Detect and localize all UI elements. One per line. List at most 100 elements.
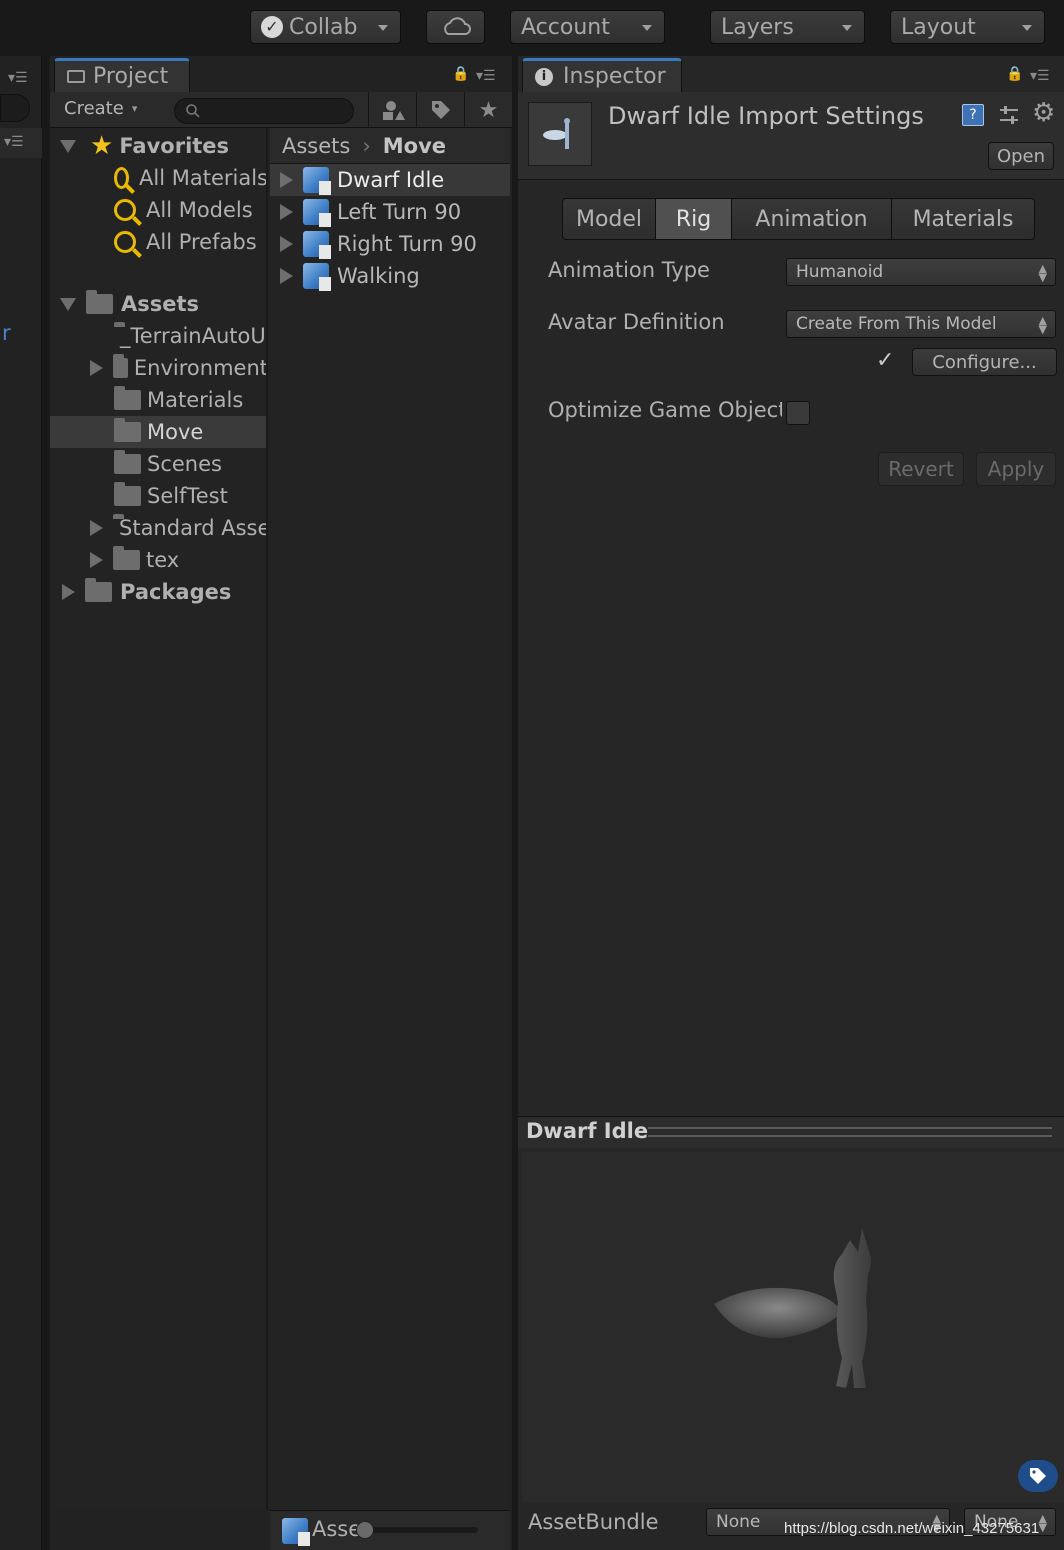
preview-drag-handle[interactable]: [648, 1127, 1052, 1137]
expand-arrow-icon[interactable]: [90, 520, 103, 536]
configure-label: Configure...: [932, 351, 1037, 373]
preset-icon[interactable]: [998, 104, 1020, 126]
tree-label: Assets: [121, 292, 200, 316]
avatar-definition-dropdown[interactable]: Create From This Model ▲ ▼: [786, 310, 1056, 338]
tree-item-tex[interactable]: tex: [50, 544, 266, 576]
collab-label: Collab: [289, 14, 358, 40]
panel-menu-icon[interactable]: ▾☰: [1030, 68, 1050, 84]
panel-menu-icon[interactable]: ▾☰: [8, 70, 28, 86]
tree-item-scenes[interactable]: Scenes: [50, 448, 266, 480]
tree-item-favorites[interactable]: ★ Favorites: [50, 130, 266, 162]
cloud-icon: [443, 17, 471, 35]
expand-arrow-icon[interactable]: [90, 360, 103, 376]
help-icon[interactable]: ?: [962, 104, 984, 126]
file-item-left-turn-90[interactable]: Left Turn 90: [270, 196, 510, 228]
filter-by-type-button[interactable]: [368, 92, 416, 128]
tab-animation[interactable]: Animation: [731, 198, 892, 240]
model-cube-icon: [303, 199, 331, 227]
expand-arrow-icon[interactable]: [280, 172, 293, 188]
updown-arrow-icon: ▲ ▼: [1038, 262, 1047, 284]
left-panel-toolbar: ▾☰: [0, 128, 42, 158]
folder-icon: [67, 70, 85, 83]
create-dropdown[interactable]: Create ▾: [64, 98, 137, 119]
icon-size-slider[interactable]: [356, 1521, 478, 1539]
tree-item-environment[interactable]: Environment: [50, 352, 266, 384]
asset-labels-button[interactable]: [1018, 1460, 1058, 1492]
folder-icon: [114, 482, 141, 506]
animation-type-value: Humanoid: [796, 262, 884, 282]
expand-arrow-icon[interactable]: [60, 297, 76, 311]
folder-icon: [113, 546, 140, 570]
tree-item-all-models[interactable]: All Models: [50, 194, 266, 226]
lock-icon[interactable]: 🔒: [1006, 66, 1023, 82]
collab-check-icon: ✓: [261, 16, 283, 38]
apply-button[interactable]: Apply: [976, 452, 1056, 486]
file-item-walking[interactable]: Walking: [270, 260, 510, 292]
tree-item-selftest[interactable]: SelfTest: [50, 480, 266, 512]
expand-arrow-icon[interactable]: [90, 552, 103, 568]
expand-arrow-icon[interactable]: [280, 268, 293, 284]
tree-item-packages[interactable]: Packages: [50, 576, 266, 608]
label-tag-icon: [1030, 1468, 1046, 1484]
gear-icon[interactable]: ⚙: [1032, 98, 1055, 128]
account-dropdown[interactable]: Account: [510, 10, 665, 44]
model-cube-icon: [282, 1518, 310, 1546]
tab-materials[interactable]: Materials: [891, 198, 1035, 240]
configure-button[interactable]: Configure...: [912, 348, 1057, 376]
tree-item-all-materials[interactable]: All Materials: [50, 162, 266, 194]
revert-label: Revert: [888, 457, 954, 481]
save-search-button[interactable]: ★: [464, 92, 512, 128]
breadcrumb-move[interactable]: Move: [383, 134, 446, 158]
preview-header[interactable]: Dwarf Idle: [518, 1116, 1064, 1148]
breadcrumb: Assets › Move: [270, 128, 510, 164]
filter-by-label-button[interactable]: [416, 92, 464, 128]
expand-arrow-icon[interactable]: [62, 584, 75, 600]
avatar-definition-value: Create From This Model: [796, 314, 997, 334]
revert-button[interactable]: Revert: [878, 452, 964, 486]
tab-model[interactable]: Model: [562, 198, 656, 240]
slider-handle[interactable]: [356, 1521, 374, 1539]
optimize-game-objects-checkbox[interactable]: [786, 401, 810, 425]
project-status-bar: Assets: [270, 1510, 510, 1550]
layers-dropdown[interactable]: Layers: [710, 10, 865, 44]
expand-arrow-icon[interactable]: [280, 204, 293, 220]
open-button[interactable]: Open: [988, 142, 1054, 170]
tree-item-standard-assets[interactable]: Standard Assets: [50, 512, 266, 544]
expand-arrow-icon[interactable]: [60, 139, 76, 153]
tree-item-move[interactable]: Move: [50, 416, 266, 448]
tree-label: Standard Assets: [119, 516, 266, 540]
tree-item-materials[interactable]: Materials: [50, 384, 266, 416]
collab-button[interactable]: ✓ Collab: [250, 10, 401, 44]
magnifier-icon: [114, 167, 130, 189]
tree-label: Packages: [120, 580, 232, 604]
chevron-down-icon: ▾: [131, 102, 138, 115]
model-preview-viewport[interactable]: [522, 1152, 1064, 1502]
info-icon: i: [535, 67, 553, 86]
account-label: Account: [521, 14, 610, 40]
layout-dropdown[interactable]: Layout: [890, 10, 1045, 44]
tab-rig[interactable]: Rig: [655, 198, 732, 240]
tab-inspector[interactable]: i Inspector: [522, 58, 682, 92]
panel-menu-icon[interactable]: ▾☰: [4, 134, 24, 150]
animation-type-dropdown[interactable]: Humanoid ▲ ▼: [786, 258, 1056, 286]
tree-label: SelfTest: [147, 484, 228, 508]
tree-item-terrain-auto-upgrade[interactable]: _TerrainAutoUpgrade: [50, 320, 266, 352]
left-search-input[interactable]: [0, 94, 30, 122]
file-item-right-turn-90[interactable]: Right Turn 90: [270, 228, 510, 260]
file-item-dwarf-idle[interactable]: Dwarf Idle: [270, 164, 510, 196]
cloud-button[interactable]: [426, 10, 485, 44]
tree-item-assets[interactable]: Assets: [50, 288, 266, 320]
folder-icon: [114, 450, 141, 474]
tree-item-all-prefabs[interactable]: All Prefabs: [50, 226, 266, 258]
file-label: Right Turn 90: [337, 232, 477, 256]
asset-preview-thumbnail: [528, 102, 592, 166]
chevron-right-icon: ›: [362, 133, 371, 158]
tab-project[interactable]: Project: [54, 58, 190, 92]
panel-menu-icon[interactable]: ▾☰: [476, 68, 496, 84]
tab-label: Materials: [912, 206, 1014, 232]
breadcrumb-assets[interactable]: Assets: [282, 134, 350, 158]
lock-icon[interactable]: 🔒: [452, 66, 469, 82]
expand-arrow-icon[interactable]: [280, 236, 293, 252]
project-search-input[interactable]: [174, 98, 354, 124]
model-cube-icon: [303, 263, 331, 291]
